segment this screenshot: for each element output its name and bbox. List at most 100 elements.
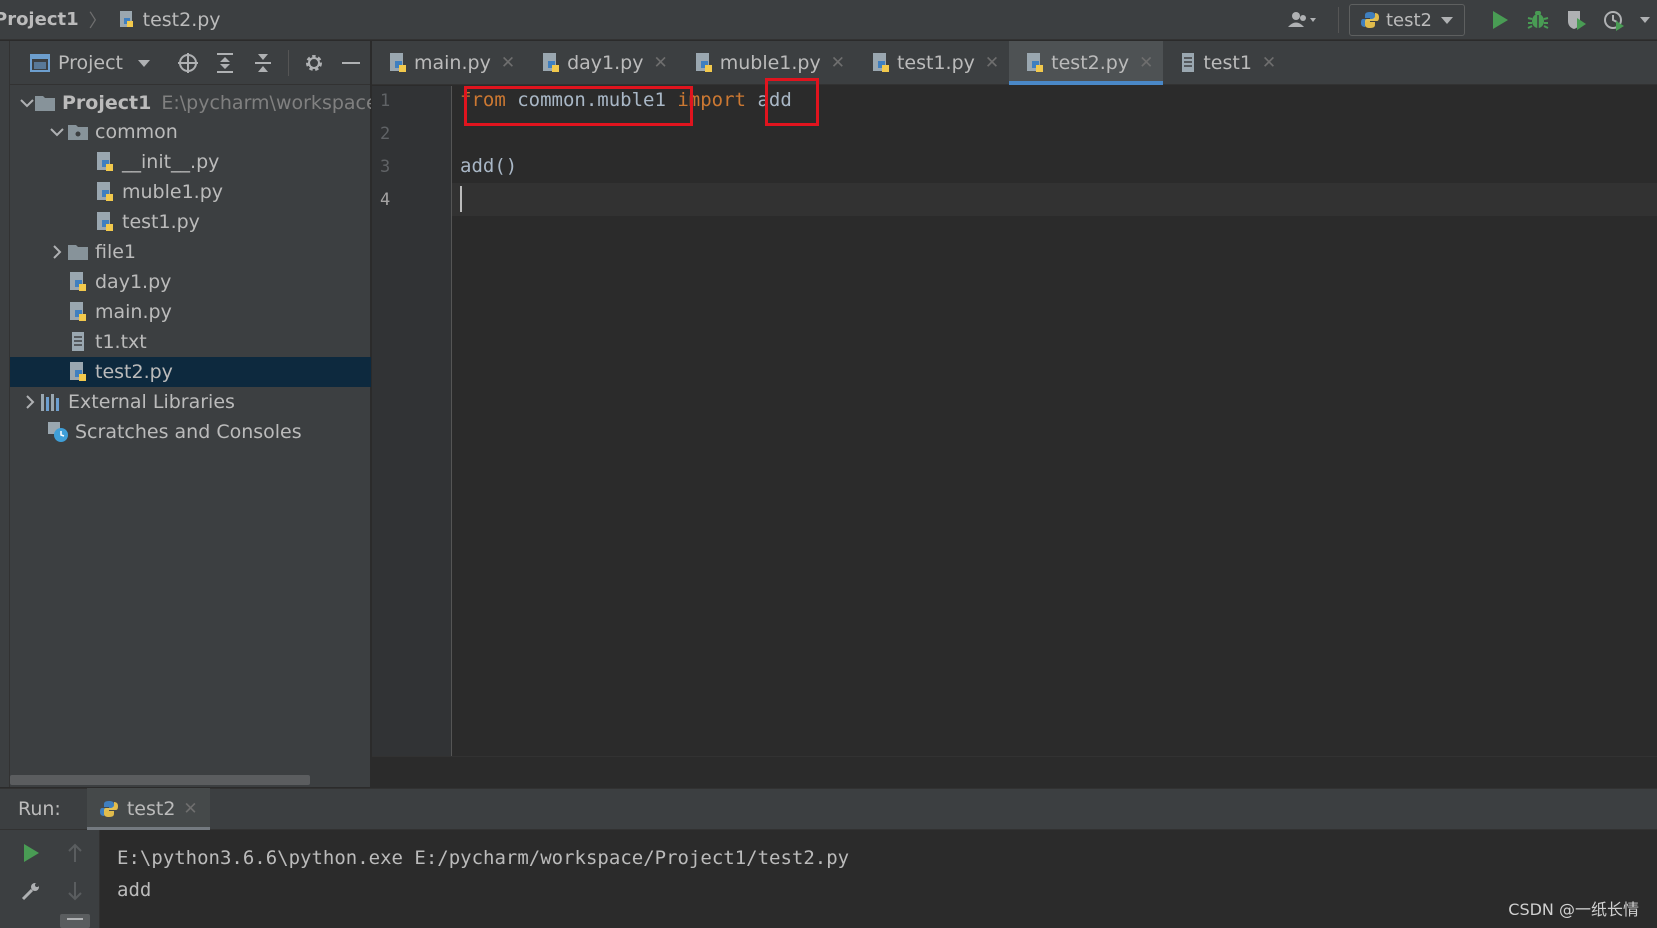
python-file-icon	[94, 151, 116, 173]
tree-item-main-py[interactable]: main.py	[10, 297, 371, 327]
tree-item-init-py[interactable]: __init__.py	[10, 147, 371, 177]
coverage-icon[interactable]	[1557, 0, 1595, 40]
python-file-icon	[694, 52, 714, 74]
run-config-label: test2	[1385, 9, 1432, 31]
highlight-box-module	[464, 86, 693, 126]
project-path: E:\pycharm\workspace\P	[161, 92, 371, 114]
watermark: CSDN @一纸长情	[1508, 900, 1639, 919]
close-icon[interactable]: ✕	[1262, 53, 1276, 73]
tree-item-label: test1.py	[122, 211, 200, 233]
tree-item-common[interactable]: common	[10, 117, 371, 147]
run-panel-header: Run: test2 ✕	[0, 788, 1657, 830]
editor-tabs: main.py ✕ day1.py ✕ muble1.py ✕ test1.py…	[372, 41, 1657, 85]
libraries-icon	[40, 391, 62, 413]
header-divider	[287, 49, 289, 76]
close-icon[interactable]: ✕	[1139, 53, 1153, 73]
tree-item-day1-py[interactable]: day1.py	[10, 267, 371, 297]
arrow-up-icon[interactable]	[58, 836, 92, 870]
tree-item-label: main.py	[95, 301, 172, 323]
chevron-right-icon[interactable]	[20, 395, 40, 409]
line-number: 1	[380, 91, 391, 111]
breadcrumb: Project1 〉 test2.py	[0, 0, 221, 40]
tab-test2-py[interactable]: test2.py ✕	[1009, 41, 1164, 85]
chevron-right-icon[interactable]	[47, 245, 67, 259]
code-editor[interactable]: from common.muble1 import add add()	[452, 78, 1657, 756]
folder-icon	[34, 92, 56, 114]
chevron-down-icon	[1440, 15, 1454, 25]
tree-item-label: test2.py	[95, 361, 173, 383]
tab-label: day1.py	[567, 52, 644, 74]
tab-main-py[interactable]: main.py ✕	[372, 41, 525, 85]
tree-item-label: muble1.py	[122, 181, 224, 203]
tree-item-label: t1.txt	[95, 331, 147, 353]
debug-icon[interactable]	[1519, 0, 1557, 40]
code-line-3: add()	[460, 155, 518, 177]
user-icon[interactable]	[1278, 0, 1328, 40]
tree-item-scratches[interactable]: Scratches and Consoles	[10, 417, 371, 447]
tree-item-test2-py[interactable]: test2.py	[10, 357, 371, 387]
tree-item-label: Project1	[62, 92, 152, 114]
chevron-down-icon[interactable]	[137, 58, 151, 68]
python-file-icon	[67, 301, 89, 323]
run-tab-test2[interactable]: test2 ✕	[86, 788, 210, 830]
project-panel-scrollbar[interactable]	[10, 775, 310, 785]
python-icon	[1360, 10, 1380, 30]
tree-item-muble1-py[interactable]: muble1.py	[10, 177, 371, 207]
run-config-selector[interactable]: test2	[1348, 4, 1465, 36]
package-folder-icon	[67, 121, 89, 143]
soft-wrap-icon[interactable]	[58, 912, 92, 928]
scratches-icon	[47, 421, 69, 443]
tab-label: test1.py	[896, 52, 975, 74]
expand-all-icon[interactable]	[207, 41, 245, 85]
tree-item-test1-py[interactable]: test1.py	[10, 207, 371, 237]
project-panel-header: Project	[10, 41, 370, 85]
tree-item-project1[interactable]: Project1 E:\pycharm\workspace\P	[10, 88, 371, 118]
tree-item-label: Scratches and Consoles	[75, 421, 302, 443]
tab-test1-py[interactable]: test1.py ✕	[855, 41, 1009, 85]
locate-icon[interactable]	[169, 41, 207, 85]
text-caret	[460, 186, 462, 212]
tab-label: muble1.py	[719, 52, 821, 74]
tab-test1[interactable]: test1 ✕	[1163, 41, 1286, 85]
breadcrumb-file[interactable]: test2.py	[143, 9, 221, 31]
tab-day1-py[interactable]: day1.py ✕	[525, 41, 678, 85]
project-panel-title[interactable]: Project	[58, 52, 123, 74]
highlight-box-name	[765, 78, 819, 126]
tree-item-label: file1	[95, 241, 137, 263]
python-file-icon	[1025, 52, 1045, 74]
close-icon[interactable]: ✕	[831, 53, 845, 73]
profiler-icon[interactable]	[1595, 0, 1633, 40]
close-icon[interactable]: ✕	[183, 799, 197, 819]
close-icon[interactable]: ✕	[501, 53, 515, 73]
close-icon[interactable]: ✕	[985, 53, 999, 73]
chevron-down-icon[interactable]	[47, 127, 67, 137]
chevron-down-icon[interactable]	[20, 98, 34, 108]
tree-item-label: day1.py	[95, 271, 172, 293]
console-line: E:\python3.6.6\python.exe E:/pycharm/wor…	[117, 847, 850, 869]
tree-item-t1-txt[interactable]: t1.txt	[10, 327, 371, 357]
more-chevron-icon[interactable]	[1633, 0, 1657, 40]
gear-icon[interactable]	[295, 41, 333, 85]
left-tool-stripe	[0, 41, 10, 787]
tree-item-label: __init__.py	[122, 151, 220, 173]
breadcrumb-project[interactable]: Project1	[0, 9, 79, 30]
line-number: 2	[380, 124, 391, 144]
text-file-icon	[1179, 52, 1197, 74]
tree-item-file1[interactable]: file1	[10, 237, 371, 267]
tree-item-external-libraries[interactable]: External Libraries	[10, 387, 371, 417]
current-line-highlight	[452, 183, 1657, 216]
rerun-icon[interactable]	[14, 836, 48, 870]
collapse-all-icon[interactable]	[244, 41, 282, 85]
tab-label: test1	[1203, 52, 1252, 74]
arrow-down-icon[interactable]	[58, 874, 92, 908]
close-icon[interactable]: ✕	[653, 53, 667, 73]
text-file-icon	[67, 331, 89, 353]
run-console[interactable]: E:\python3.6.6\python.exe E:/pycharm/wor…	[100, 830, 1657, 928]
wrench-icon[interactable]	[14, 874, 48, 908]
run-icon[interactable]	[1481, 0, 1519, 40]
minimize-icon[interactable]	[332, 41, 370, 85]
folder-icon	[67, 241, 89, 263]
run-panel-label: Run:	[18, 798, 61, 820]
breadcrumb-separator: 〉	[88, 10, 107, 32]
console-line: add	[117, 879, 152, 901]
